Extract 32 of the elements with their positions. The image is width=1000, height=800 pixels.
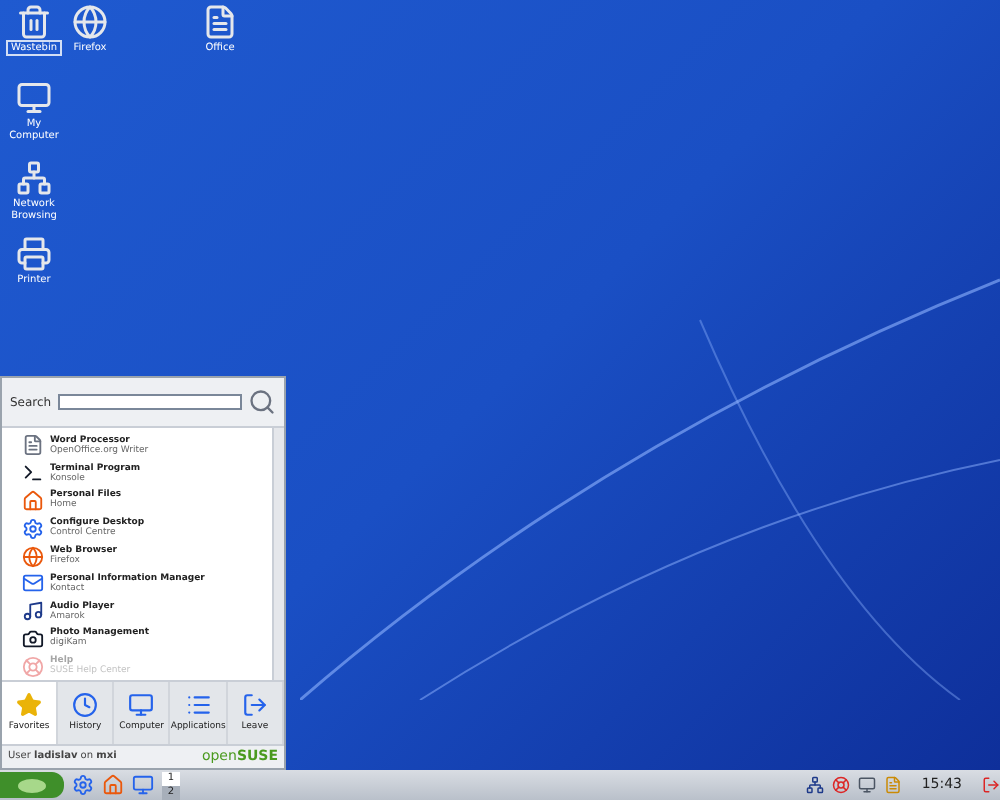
network-icon[interactable] (16, 160, 52, 196)
house-icon[interactable] (102, 774, 124, 796)
trash-can-icon[interactable] (16, 4, 52, 40)
list-icon (185, 691, 212, 718)
terminal-icon (22, 462, 44, 485)
clock-icon (72, 691, 99, 718)
search-field[interactable] (57, 394, 242, 410)
document-icon[interactable] (202, 4, 238, 40)
star-icon (16, 691, 43, 718)
monitor-icon (128, 691, 155, 718)
monitor-icon[interactable] (132, 774, 154, 796)
music-note-icon (22, 600, 44, 623)
lifebuoy-icon[interactable] (831, 776, 850, 794)
search-icon (248, 388, 276, 416)
document-icon (22, 434, 44, 457)
scrollbar[interactable] (272, 428, 284, 680)
printer-icon[interactable] (16, 236, 52, 272)
chameleon-icon (16, 777, 48, 793)
globe-icon[interactable] (72, 4, 108, 40)
gear-icon (22, 517, 44, 540)
network-icon[interactable] (805, 776, 824, 794)
start-button[interactable] (0, 772, 64, 798)
monitor-icon[interactable] (857, 776, 876, 794)
house-icon (22, 489, 44, 512)
globe-icon (22, 545, 44, 568)
mail-icon (22, 572, 44, 595)
camera-icon (22, 627, 44, 650)
monitor-icon[interactable] (16, 80, 52, 116)
exit-icon[interactable] (982, 776, 1000, 794)
exit-icon (241, 691, 268, 718)
gear-icon[interactable] (72, 774, 94, 796)
lifebuoy-icon (22, 655, 44, 678)
